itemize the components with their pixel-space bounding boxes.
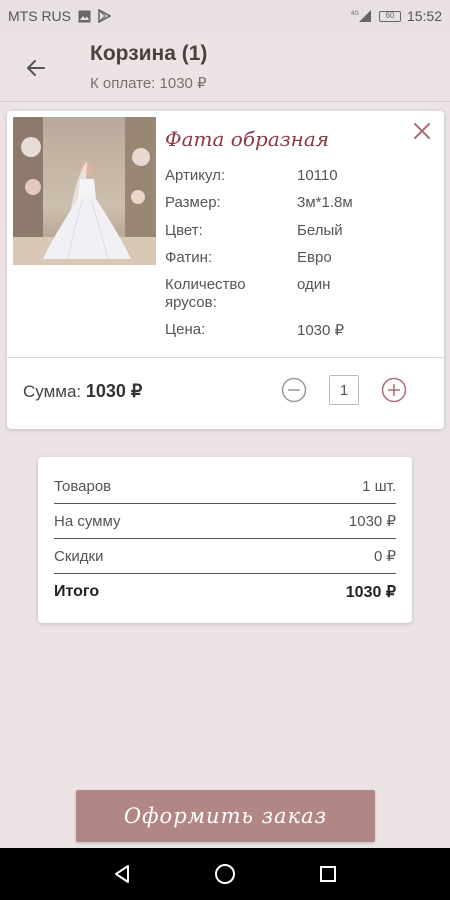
spec-label-color: Цвет: bbox=[165, 222, 203, 239]
back-button[interactable] bbox=[20, 52, 52, 84]
item-sum: Сумма: 1030 ₽ bbox=[23, 381, 142, 402]
summary-value: 1030 ₽ bbox=[348, 513, 396, 530]
summary-label: На сумму bbox=[54, 512, 121, 530]
product-image bbox=[13, 117, 156, 265]
circle-home-icon bbox=[214, 864, 235, 884]
close-icon bbox=[414, 123, 430, 139]
spec-label-size: Размер: bbox=[165, 194, 221, 211]
spec-value-tiers: один bbox=[297, 276, 331, 293]
status-bar: MTS RUS 4G 60 15:52 bbox=[0, 0, 450, 32]
spec-label-article: Артикул: bbox=[165, 167, 226, 184]
arrow-left-icon bbox=[27, 60, 45, 76]
summary-row-discount: Скидки 0 ₽ bbox=[54, 539, 396, 574]
spec-label-price: Цена: bbox=[165, 321, 206, 338]
summary-row-total: Итого 1030 ₽ bbox=[54, 574, 396, 609]
app-bar: Корзина (1) К оплате: 1030 ₽ bbox=[0, 32, 450, 102]
spec-label-tulle: Фатин: bbox=[165, 249, 213, 266]
clock: 15:52 bbox=[406, 8, 442, 24]
network-type-label: 4G bbox=[351, 11, 359, 17]
square-recents-icon bbox=[320, 866, 337, 882]
system-nav-bar bbox=[0, 848, 450, 900]
order-summary-card: Товаров 1 шт. На сумму 1030 ₽ Скидки 0 ₽… bbox=[38, 457, 412, 623]
summary-value: 0 ₽ bbox=[373, 548, 396, 565]
spec-value-color: Белый bbox=[297, 222, 343, 239]
summary-row-items: Товаров 1 шт. bbox=[54, 469, 396, 504]
item-sum-value: 1030 ₽ bbox=[85, 381, 143, 401]
carrier-label: MTS RUS bbox=[8, 8, 71, 24]
quantity-field[interactable]: 1 bbox=[329, 375, 359, 405]
card-divider bbox=[7, 357, 444, 358]
page-title: Корзина (1) bbox=[90, 42, 208, 65]
summary-row-amount: На сумму 1030 ₽ bbox=[54, 504, 396, 539]
spec-value-price: 1030 ₽ bbox=[297, 322, 345, 339]
summary-label: Товаров bbox=[54, 477, 112, 495]
spec-value-article: 10110 bbox=[297, 167, 338, 184]
decrease-quantity-button[interactable] bbox=[281, 377, 307, 403]
spec-label-tiers: Количество ярусов: bbox=[165, 276, 246, 311]
plus-circle-icon bbox=[381, 377, 407, 403]
remove-item-button[interactable] bbox=[412, 121, 432, 141]
summary-total-value: 1030 ₽ bbox=[345, 583, 396, 601]
item-sum-label: Сумма: bbox=[23, 382, 82, 401]
summary-value: 1 шт. bbox=[362, 477, 396, 495]
signal-icon: 4G bbox=[351, 10, 371, 22]
summary-label: Скидки bbox=[54, 547, 104, 565]
checkout-button[interactable]: Оформить заказ bbox=[76, 790, 375, 842]
play-store-icon bbox=[98, 9, 111, 23]
spec-value-tulle: Евро bbox=[297, 249, 332, 266]
battery-icon: 60 bbox=[378, 10, 401, 22]
nav-home-button[interactable] bbox=[205, 854, 245, 894]
increase-quantity-button[interactable] bbox=[381, 377, 407, 403]
minus-circle-icon bbox=[281, 377, 307, 403]
battery-level: 60 bbox=[385, 10, 395, 20]
image-notification-icon bbox=[78, 10, 91, 22]
triangle-back-icon bbox=[114, 865, 129, 883]
summary-total-label: Итого bbox=[54, 582, 100, 600]
product-photo[interactable] bbox=[13, 117, 156, 265]
product-name: Фата образная bbox=[165, 127, 329, 151]
nav-back-button[interactable] bbox=[102, 854, 142, 894]
payment-total-subtitle: К оплате: 1030 ₽ bbox=[90, 75, 207, 92]
nav-recents-button[interactable] bbox=[308, 854, 348, 894]
cart-item-card: Фата образная Артикул: 10110 Размер: 3м*… bbox=[7, 111, 444, 429]
spec-value-size: 3м*1.8м bbox=[297, 194, 353, 211]
